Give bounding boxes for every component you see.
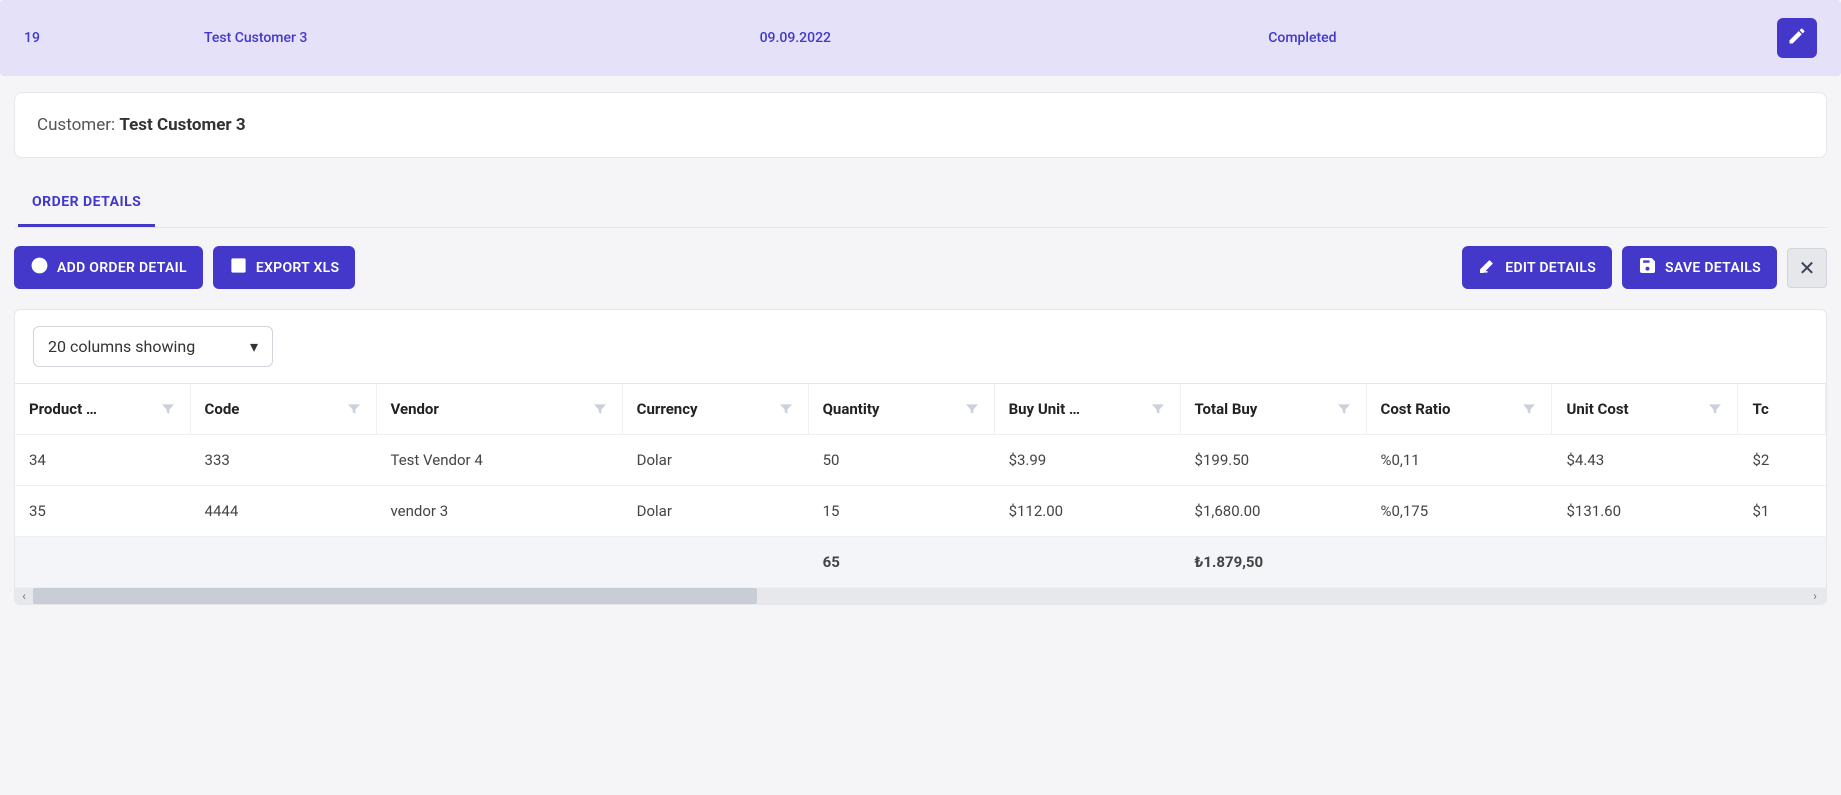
col-vendor[interactable]: Vendor <box>376 384 622 435</box>
pencil-icon <box>1787 26 1807 50</box>
filter-icon[interactable] <box>1707 401 1723 417</box>
customer-card: Customer: Test Customer 3 <box>14 92 1827 158</box>
cell-buy-unit-price: $112.00 <box>994 486 1180 537</box>
filter-icon[interactable] <box>160 401 176 417</box>
chevron-down-icon: ▾ <box>250 337 258 356</box>
col-product-id[interactable]: Product … <box>15 384 190 435</box>
scroll-right-icon[interactable]: › <box>1806 589 1824 603</box>
table-scroll-container[interactable]: Product … Code Vendor Currency Quantity … <box>15 383 1826 588</box>
tabs: ORDER DETAILS <box>14 184 1827 228</box>
order-id: 19 <box>4 30 184 46</box>
close-icon: ✕ <box>1799 256 1816 280</box>
edit-order-button[interactable] <box>1777 18 1817 58</box>
col-currency[interactable]: Currency <box>622 384 808 435</box>
save-icon <box>1638 256 1657 279</box>
order-status: Completed <box>1248 30 1757 46</box>
export-xls-label: EXPORT XLS <box>256 260 340 276</box>
col-code[interactable]: Code <box>190 384 376 435</box>
columns-selector-label: 20 columns showing <box>48 337 195 356</box>
cell-buy-unit-price: $3.99 <box>994 435 1180 486</box>
export-xls-button[interactable]: EXPORT XLS <box>213 246 356 289</box>
cell-unit-cost: $131.60 <box>1552 486 1738 537</box>
cell-cost-ratio: %0,11 <box>1366 435 1552 486</box>
plus-circle-icon <box>30 256 49 279</box>
table-row[interactable]: 34 333 Test Vendor 4 Dolar 50 $3.99 $199… <box>15 435 1826 486</box>
filter-icon[interactable] <box>778 401 794 417</box>
col-total-cost-trunc[interactable]: Tc <box>1738 384 1826 435</box>
save-details-label: SAVE DETAILS <box>1665 260 1761 276</box>
tab-order-details[interactable]: ORDER DETAILS <box>18 184 155 227</box>
filter-icon[interactable] <box>592 401 608 417</box>
cell-total-cost: $2 <box>1738 435 1826 486</box>
col-product-id-label: Product … <box>29 400 97 418</box>
order-customer: Test Customer 3 <box>184 30 740 46</box>
cell-total-buy: $199.50 <box>1180 435 1366 486</box>
footer-quantity-sum: 65 <box>808 537 994 588</box>
filter-icon[interactable] <box>1336 401 1352 417</box>
cell-currency: Dolar <box>622 435 808 486</box>
cell-code: 333 <box>190 435 376 486</box>
edit-icon <box>1478 256 1497 279</box>
order-details-table-panel: 20 columns showing ▾ Product … Code Vend… <box>14 309 1827 605</box>
cell-unit-cost: $4.43 <box>1552 435 1738 486</box>
col-vendor-label: Vendor <box>391 400 439 418</box>
footer-total-buy-sum: ₺1.879,50 <box>1180 537 1366 588</box>
close-button[interactable]: ✕ <box>1787 248 1827 288</box>
cell-total-cost: $1 <box>1738 486 1826 537</box>
col-total-buy-label: Total Buy <box>1195 400 1258 418</box>
cell-product-id: 35 <box>15 486 190 537</box>
filter-icon[interactable] <box>964 401 980 417</box>
col-quantity[interactable]: Quantity <box>808 384 994 435</box>
cell-vendor: vendor 3 <box>376 486 622 537</box>
action-bar: ADD ORDER DETAIL EXPORT XLS EDIT DETAILS… <box>14 246 1827 289</box>
order-details-table: Product … Code Vendor Currency Quantity … <box>15 384 1826 588</box>
cell-total-buy: $1,680.00 <box>1180 486 1366 537</box>
cell-vendor: Test Vendor 4 <box>376 435 622 486</box>
scroll-thumb[interactable] <box>33 588 757 604</box>
filter-icon[interactable] <box>1521 401 1537 417</box>
cell-cost-ratio: %0,175 <box>1366 486 1552 537</box>
table-row[interactable]: 35 4444 vendor 3 Dolar 15 $112.00 $1,680… <box>15 486 1826 537</box>
col-code-label: Code <box>205 400 240 418</box>
add-order-detail-label: ADD ORDER DETAIL <box>57 260 187 276</box>
col-total-cost-label: Tc <box>1752 400 1768 418</box>
col-buy-unit-price[interactable]: Buy Unit … <box>994 384 1180 435</box>
order-summary-row[interactable]: 19 Test Customer 3 09.09.2022 Completed <box>0 0 1841 76</box>
order-date: 09.09.2022 <box>740 30 1249 46</box>
cell-quantity: 50 <box>808 435 994 486</box>
col-quantity-label: Quantity <box>823 400 880 418</box>
edit-details-label: EDIT DETAILS <box>1505 260 1596 276</box>
table-icon <box>229 256 248 279</box>
cell-code: 4444 <box>190 486 376 537</box>
cell-quantity: 15 <box>808 486 994 537</box>
table-header-row: Product … Code Vendor Currency Quantity … <box>15 384 1826 435</box>
save-details-button[interactable]: SAVE DETAILS <box>1622 246 1777 289</box>
horizontal-scrollbar[interactable]: ‹ › <box>15 588 1826 604</box>
col-currency-label: Currency <box>637 400 698 418</box>
scroll-left-icon[interactable]: ‹ <box>15 589 33 603</box>
table-footer-row: 65 ₺1.879,50 <box>15 537 1826 588</box>
col-cost-ratio-label: Cost Ratio <box>1381 400 1451 418</box>
columns-selector[interactable]: 20 columns showing ▾ <box>33 326 273 367</box>
col-buy-unit-price-label: Buy Unit … <box>1009 400 1080 418</box>
col-total-buy[interactable]: Total Buy <box>1180 384 1366 435</box>
customer-label: Customer: <box>37 115 119 135</box>
edit-details-button[interactable]: EDIT DETAILS <box>1462 246 1612 289</box>
cell-product-id: 34 <box>15 435 190 486</box>
cell-currency: Dolar <box>622 486 808 537</box>
col-unit-cost-label: Unit Cost <box>1566 400 1628 418</box>
col-unit-cost[interactable]: Unit Cost <box>1552 384 1738 435</box>
filter-icon[interactable] <box>1150 401 1166 417</box>
add-order-detail-button[interactable]: ADD ORDER DETAIL <box>14 246 203 289</box>
customer-name: Test Customer 3 <box>119 115 245 135</box>
filter-icon[interactable] <box>346 401 362 417</box>
col-cost-ratio[interactable]: Cost Ratio <box>1366 384 1552 435</box>
